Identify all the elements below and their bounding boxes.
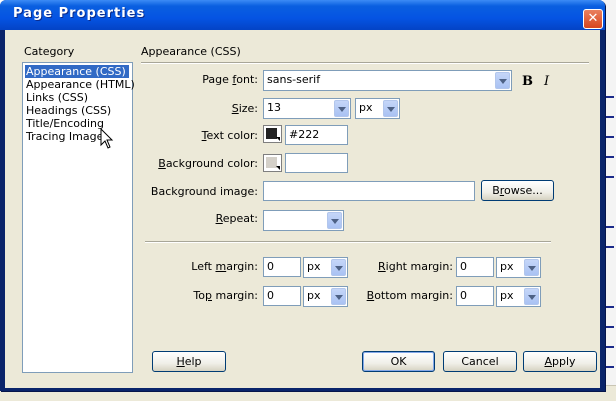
left-margin-label: Left margin: <box>191 260 258 273</box>
right-margin-label: Right margin: <box>378 260 453 273</box>
chevron-down-icon[interactable] <box>524 288 539 305</box>
chevron-down-icon[interactable] <box>383 100 398 117</box>
right-margin-unit-select[interactable]: px <box>496 257 541 278</box>
bottom-margin-unit-select[interactable]: px <box>496 286 541 307</box>
category-item-title-encoding[interactable]: Title/Encoding <box>25 117 105 130</box>
chevron-down-icon[interactable] <box>524 259 539 276</box>
help-button[interactable]: Help <box>152 351 226 372</box>
italic-icon[interactable]: I <box>544 74 549 89</box>
category-item-links-css[interactable]: Links (CSS) <box>25 91 89 104</box>
background-color-field[interactable] <box>285 153 348 173</box>
top-margin-unit-select[interactable]: px <box>303 286 348 307</box>
close-icon: ✕ <box>587 11 599 26</box>
browse-button[interactable]: Browse... <box>481 180 554 201</box>
left-margin-field[interactable]: 0 <box>263 257 301 277</box>
right-margin-field[interactable]: 0 <box>456 257 494 277</box>
ok-button[interactable]: OK <box>362 351 435 372</box>
chevron-down-icon <box>276 137 280 141</box>
size-select[interactable]: 13 <box>263 98 351 119</box>
background-image-field[interactable] <box>263 181 475 201</box>
cancel-button[interactable]: Cancel <box>443 351 517 372</box>
chevron-down-icon[interactable] <box>495 72 510 89</box>
left-margin-unit-select[interactable]: px <box>303 257 348 278</box>
background-image-label: Background image: <box>150 185 258 198</box>
background-color-label: Background color: <box>158 157 258 170</box>
top-margin-label: Top margin: <box>193 289 258 302</box>
section-divider <box>141 62 589 64</box>
dialog-titlebar[interactable]: Page Properties ✕ <box>0 0 605 30</box>
category-item-headings-css[interactable]: Headings (CSS) <box>25 104 112 117</box>
repeat-label: Repeat: <box>215 212 258 225</box>
chevron-down-icon[interactable] <box>331 288 346 305</box>
category-item-tracing-image[interactable]: Tracing Image <box>25 130 104 143</box>
chevron-down-icon[interactable] <box>334 100 349 117</box>
top-margin-field[interactable]: 0 <box>263 286 301 306</box>
chevron-down-icon <box>276 166 280 170</box>
background-color-swatch[interactable] <box>263 154 282 172</box>
section-title: Appearance (CSS) <box>141 45 241 58</box>
size-label: Size: <box>231 102 258 115</box>
close-button[interactable]: ✕ <box>583 9 603 29</box>
category-list[interactable]: Appearance (CSS) Appearance (HTML) Links… <box>22 62 136 373</box>
text-color-swatch[interactable] <box>263 125 282 143</box>
page-font-label: Page font: <box>202 73 258 86</box>
apply-button[interactable]: Apply <box>523 351 597 372</box>
repeat-select[interactable] <box>263 210 344 231</box>
category-item-appearance-html[interactable]: Appearance (HTML) <box>25 78 136 91</box>
margins-divider <box>145 241 551 243</box>
page-font-select[interactable]: sans-serif <box>263 70 512 91</box>
text-color-label: Text color: <box>201 129 258 142</box>
chevron-down-icon[interactable] <box>327 212 342 229</box>
category-label: Category <box>24 45 75 58</box>
category-item-appearance-css[interactable]: Appearance (CSS) <box>25 65 129 78</box>
size-unit-select[interactable]: px <box>355 98 400 119</box>
dialog-title: Page Properties <box>13 6 146 21</box>
text-color-field[interactable]: #222 <box>285 125 348 145</box>
bottom-margin-field[interactable]: 0 <box>456 286 494 306</box>
chevron-down-icon[interactable] <box>331 259 346 276</box>
mouse-pointer-icon <box>100 128 114 149</box>
bottom-margin-label: Bottom margin: <box>366 289 453 302</box>
bold-icon[interactable]: B <box>522 74 533 89</box>
